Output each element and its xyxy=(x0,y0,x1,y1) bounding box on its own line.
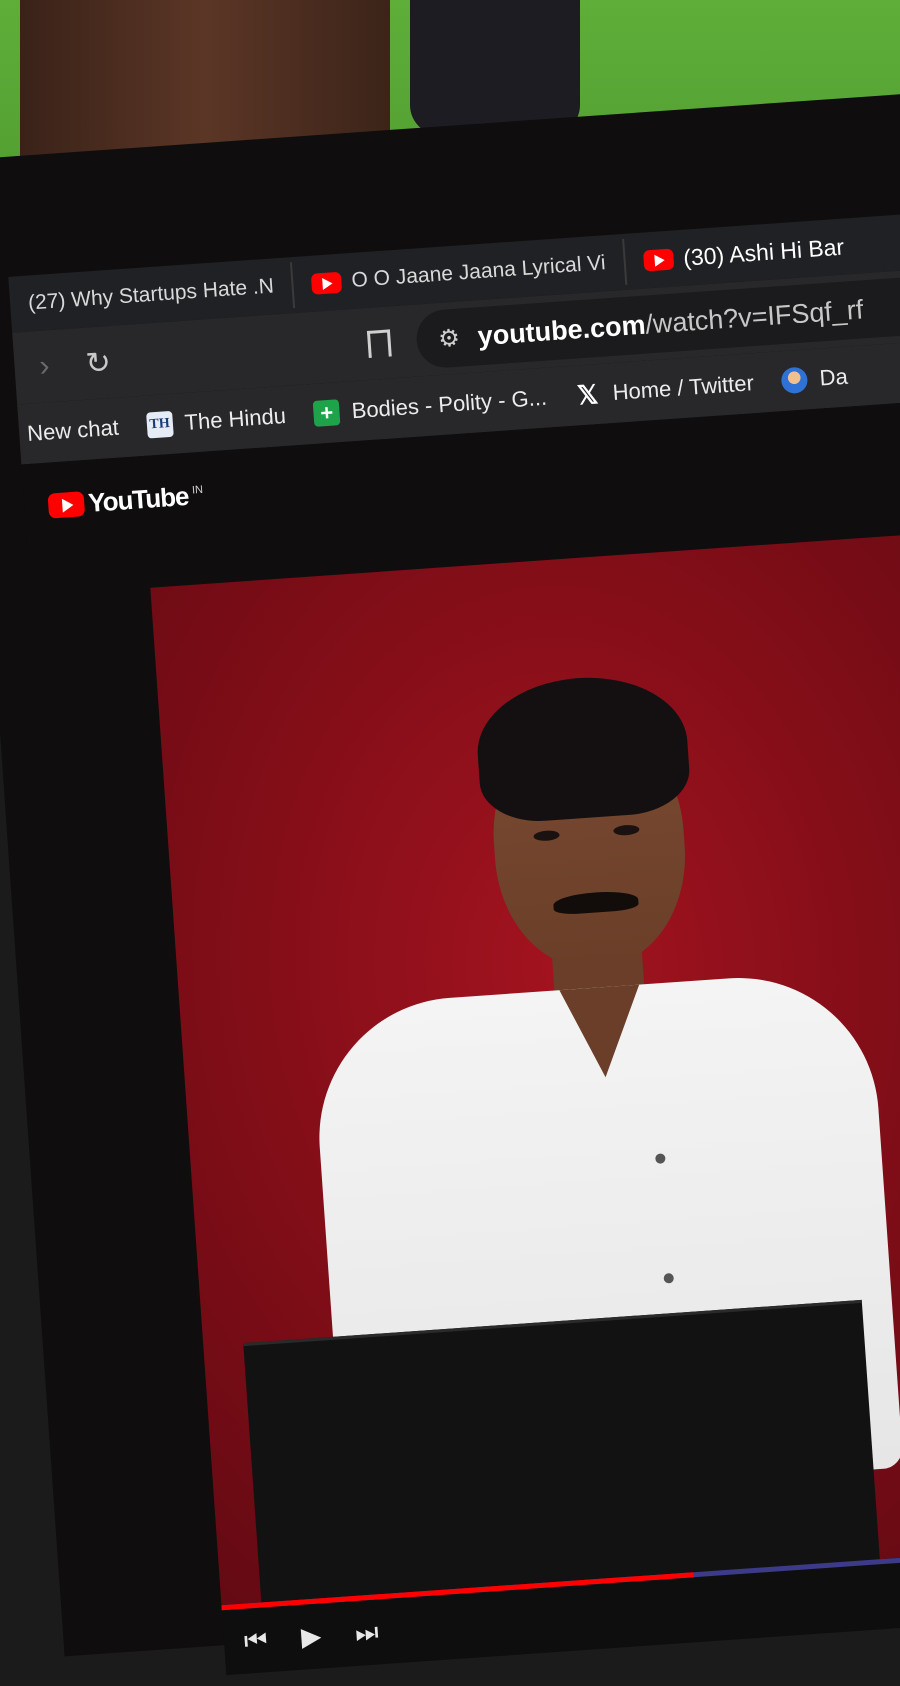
bookmark-twitter[interactable]: 𝕏 Home / Twitter xyxy=(574,370,755,410)
the-hindu-icon: TH xyxy=(145,410,174,439)
bookmark-label: Home / Twitter xyxy=(611,370,755,406)
youtube-logo[interactable]: YouTube IN xyxy=(47,479,204,521)
laptop-in-video xyxy=(243,1299,881,1606)
tab-title: (30) Ashi Hi Bar xyxy=(682,233,845,271)
forward-button[interactable]: › xyxy=(29,349,59,385)
bookmark-the-hindu[interactable]: TH The Hindu xyxy=(145,402,287,439)
x-logo-icon: 𝕏 xyxy=(576,378,600,410)
reload-button[interactable]: ↻ xyxy=(83,344,113,381)
green-plus-icon: + xyxy=(312,399,341,427)
bookmark-bodies-polity[interactable]: + Bodies - Polity - G... xyxy=(312,384,548,427)
url-text: youtube.com/watch?v=IFSqf_rf xyxy=(477,294,865,352)
bookmark-da[interactable]: Da xyxy=(780,363,849,395)
youtube-play-icon xyxy=(47,490,86,519)
tab-title: (27) Why Startups Hate .N xyxy=(27,274,275,315)
youtube-wordmark: YouTube xyxy=(87,480,190,518)
previous-icon[interactable]: ⏮ xyxy=(243,1624,269,1658)
youtube-favicon-icon xyxy=(311,271,343,295)
bookmark-label: Da xyxy=(818,363,849,391)
monitor-screen: (27) Why Startups Hate .N O O Jaane Jaan… xyxy=(0,88,900,1676)
bookmark-label: The Hindu xyxy=(183,402,287,435)
bookmark-star-icon[interactable] xyxy=(366,328,392,358)
site-settings-icon[interactable]: ⚙ xyxy=(437,323,460,353)
video-player[interactable] xyxy=(150,527,900,1606)
tab-title: O O Jaane Jaana Lyrical Vi xyxy=(350,251,607,292)
country-code: IN xyxy=(191,483,204,497)
youtube-favicon-icon xyxy=(642,248,675,272)
url-path: /watch?v=IFSqf_rf xyxy=(644,293,865,340)
avatar-icon xyxy=(780,366,809,395)
url-domain: youtube.com xyxy=(476,309,647,351)
bookmark-label: Bodies - Polity - G... xyxy=(350,384,548,424)
bookmark-label: New chat xyxy=(26,414,120,446)
bookmark-new-chat[interactable]: New chat xyxy=(26,415,119,447)
hanging-cloth xyxy=(410,0,580,135)
next-icon[interactable]: ⏭ xyxy=(354,1616,380,1650)
play-icon[interactable]: ▶ xyxy=(300,1620,322,1653)
